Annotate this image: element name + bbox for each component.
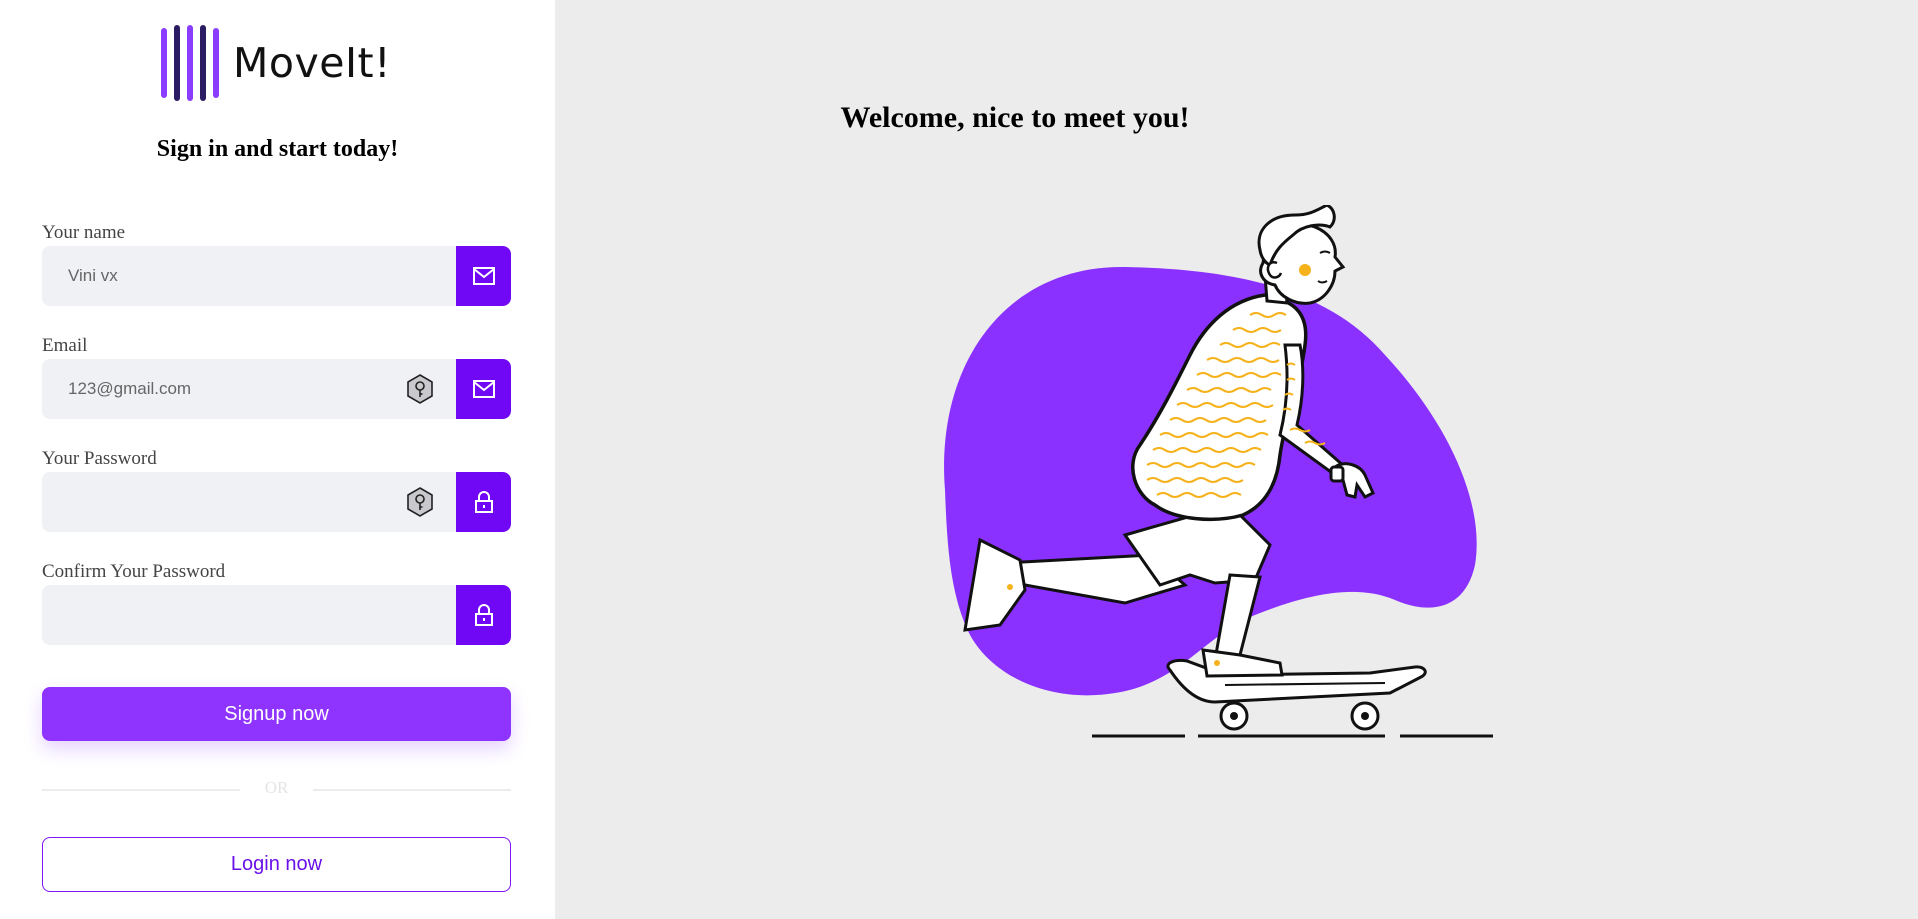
shoe-dot	[1214, 660, 1220, 666]
lock-icon	[474, 491, 493, 513]
password-field-wrapper	[42, 472, 511, 532]
name-label: Your name	[42, 222, 126, 243]
shoe-dot	[1007, 584, 1013, 590]
confirm-password-lock-button[interactable]	[456, 585, 511, 645]
confirm-password-field-wrapper	[42, 585, 511, 645]
brand-logo: MoveIt!	[161, 24, 391, 102]
or-label: OR	[264, 778, 289, 797]
hero-panel: Welcome, nice to meet you!	[555, 0, 1918, 919]
or-divider: OR	[42, 778, 511, 800]
mail-icon	[472, 380, 495, 398]
logo-bar	[200, 25, 206, 101]
skateboarder-illustration	[944, 205, 1493, 738]
confirm-password-input[interactable]	[42, 585, 422, 645]
password-label: Your Password	[42, 448, 157, 469]
logo-bar	[161, 28, 167, 98]
mail-icon	[472, 267, 495, 285]
email-label: Email	[42, 335, 88, 356]
confirm-password-label: Confirm Your Password	[42, 561, 226, 582]
name-mail-button[interactable]	[456, 246, 511, 306]
cuff	[1329, 465, 1345, 483]
lock-icon	[474, 604, 493, 626]
cheek	[1299, 264, 1311, 276]
login-button[interactable]: Login now	[42, 837, 511, 892]
signup-panel: MoveIt! Sign in and start today! Your na…	[0, 0, 555, 919]
logo-bar	[213, 28, 219, 98]
password-input[interactable]	[42, 472, 422, 532]
password-manager-key-icon[interactable]	[405, 487, 435, 517]
logo-bars-icon	[161, 24, 219, 102]
email-field-wrapper	[42, 359, 511, 419]
hero-title: Welcome, nice to meet you!	[840, 101, 1190, 134]
form-subtitle: Sign in and start today!	[156, 136, 399, 162]
brand-name: MoveIt!	[233, 39, 392, 87]
password-manager-key-icon[interactable]	[405, 374, 435, 404]
name-field-wrapper	[42, 246, 511, 306]
email-input[interactable]	[42, 359, 422, 419]
logo-bar	[174, 25, 180, 101]
logo-bar	[187, 25, 193, 101]
signup-button[interactable]: Signup now	[42, 687, 511, 741]
app-window: MoveIt! Sign in and start today! Your na…	[0, 0, 1918, 919]
name-input[interactable]	[42, 246, 422, 306]
divider-line	[313, 789, 511, 791]
password-lock-button[interactable]	[456, 472, 511, 532]
email-mail-button[interactable]	[456, 359, 511, 419]
